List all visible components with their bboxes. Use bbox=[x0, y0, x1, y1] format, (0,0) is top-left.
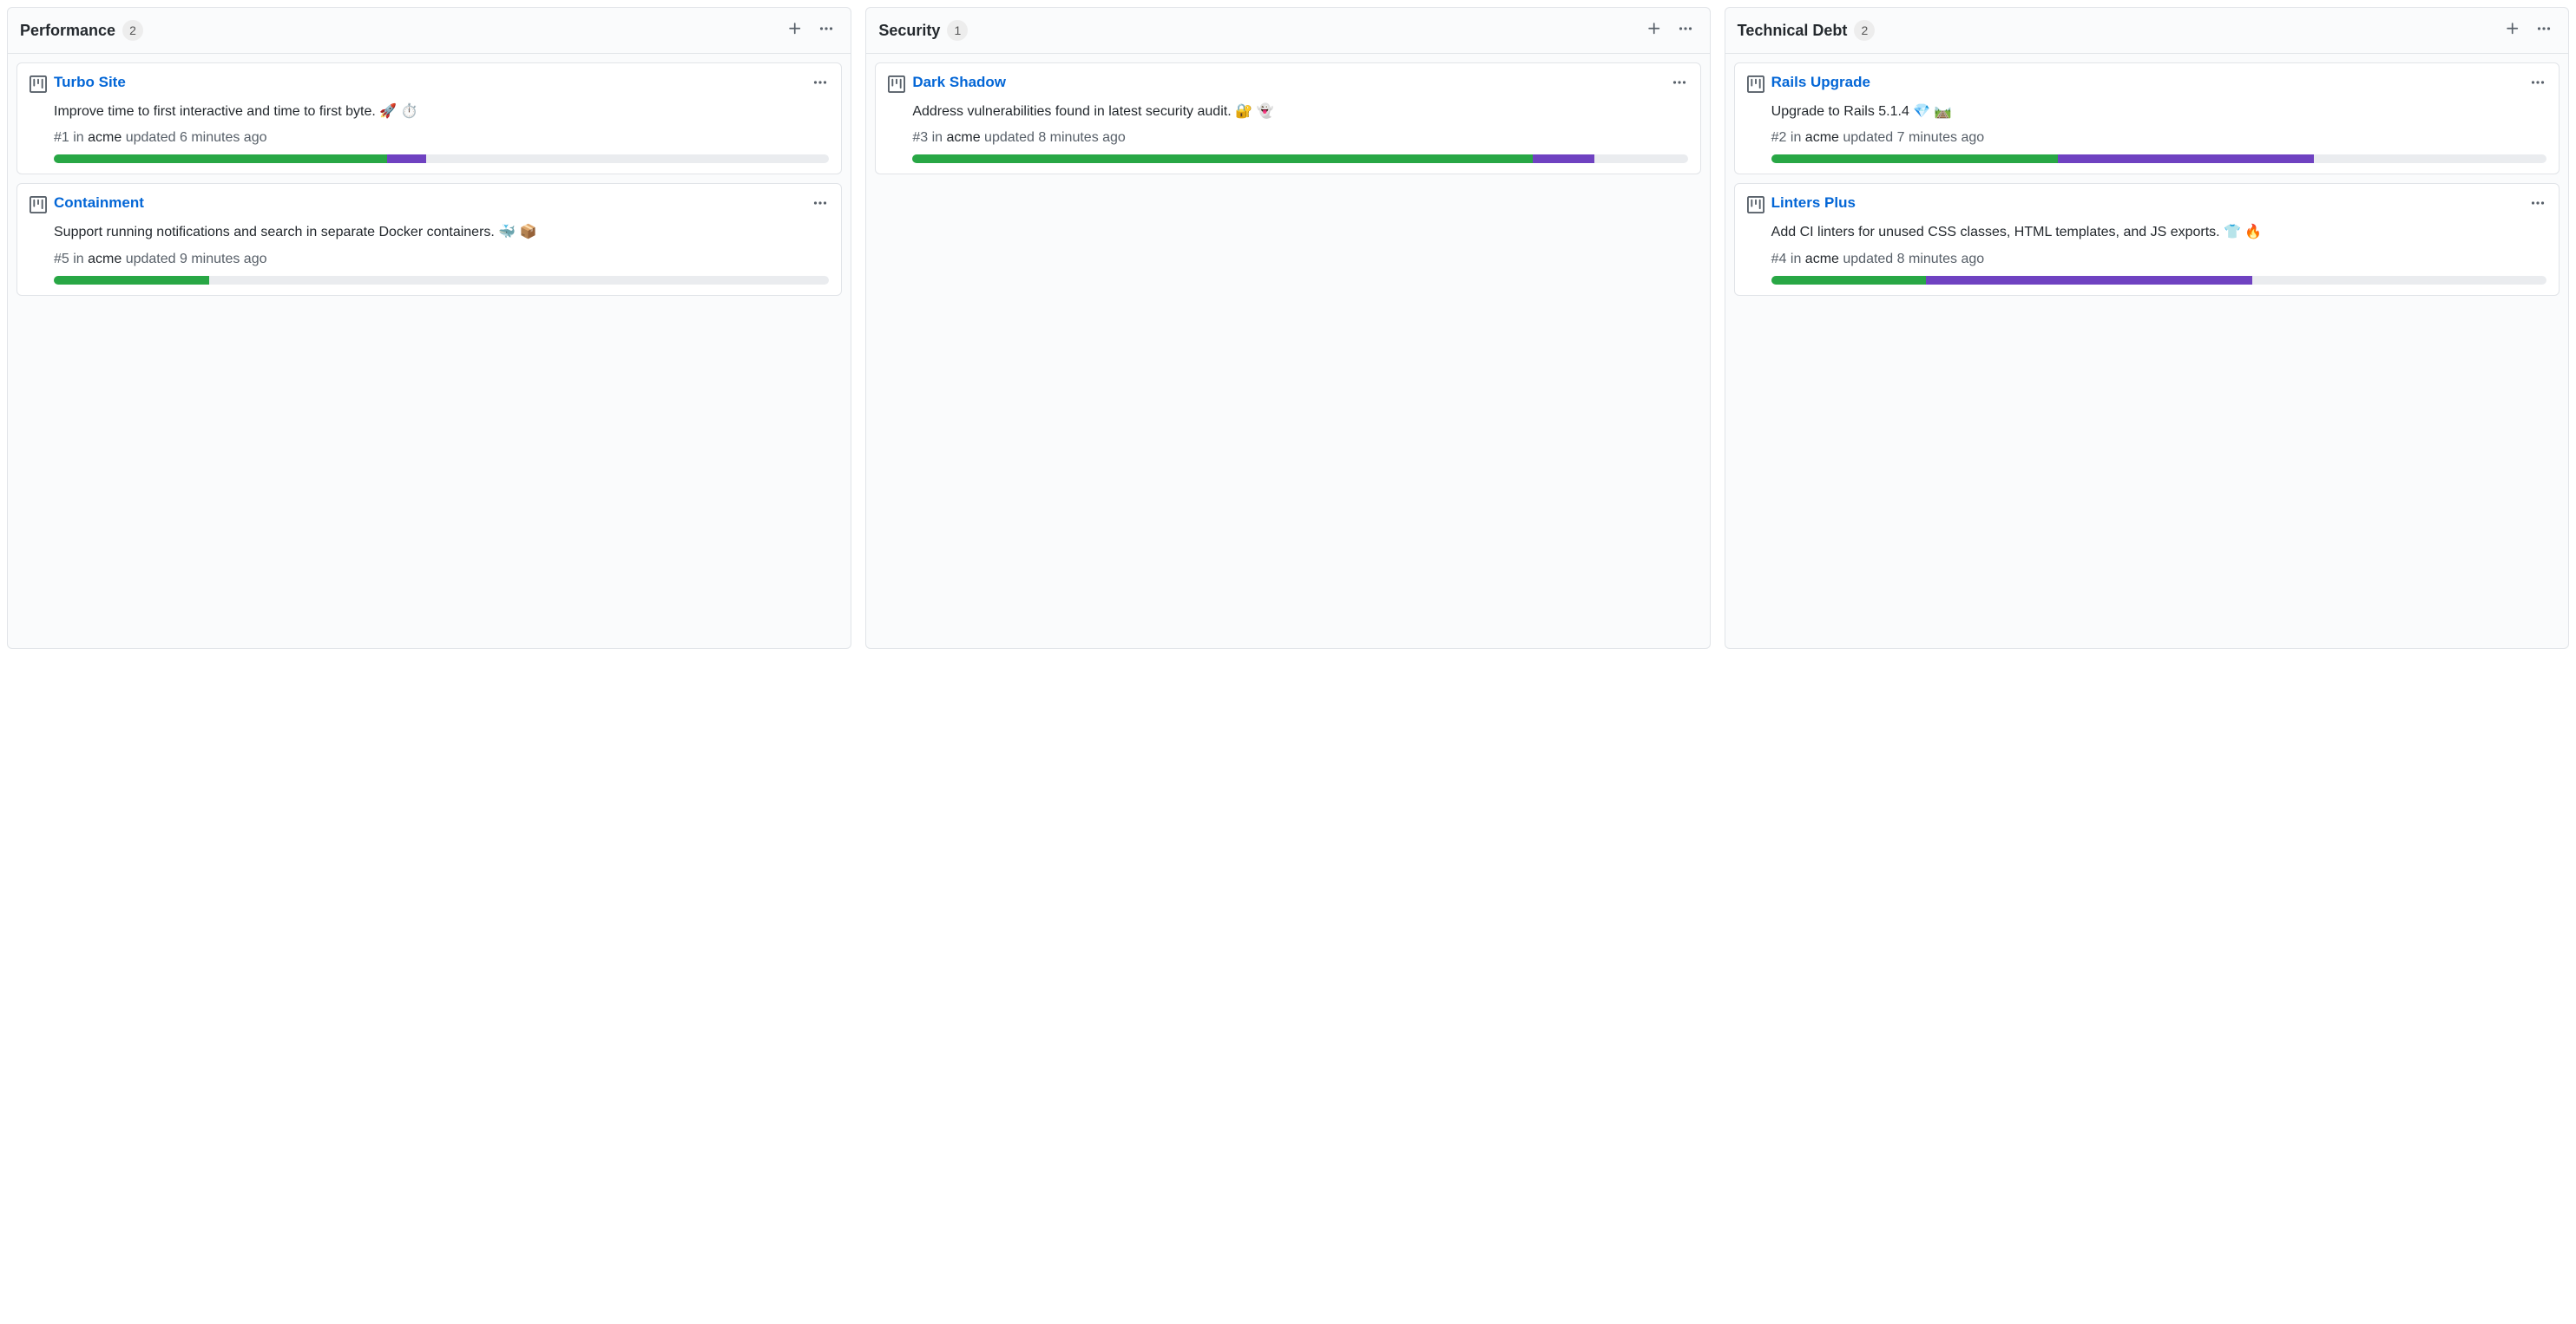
card-meta-org: acme bbox=[88, 252, 122, 266]
card-menu-button[interactable] bbox=[2526, 72, 2550, 96]
kebab-icon bbox=[2531, 196, 2545, 214]
project-icon bbox=[30, 75, 47, 97]
card-meta-prefix: #4 in bbox=[1771, 252, 1805, 266]
column-title: Security bbox=[878, 22, 940, 40]
card-description: Address vulnerabilities found in latest … bbox=[912, 102, 1687, 121]
progress-done bbox=[1771, 276, 1927, 285]
card-description: Improve time to first interactive and ti… bbox=[54, 102, 829, 121]
plus-icon bbox=[787, 21, 803, 41]
project-icon bbox=[1747, 75, 1764, 97]
card-meta: #4 in acme updated 8 minutes ago bbox=[1771, 252, 2546, 267]
card-meta-org: acme bbox=[1805, 130, 1839, 145]
project-icon bbox=[1747, 196, 1764, 218]
project-icon bbox=[888, 75, 905, 97]
column-menu-button[interactable] bbox=[814, 18, 838, 43]
column-body: Rails Upgrade Upgrade to Rails 5.1.4 💎 🛤️… bbox=[1725, 54, 2568, 305]
project-card[interactable]: Dark Shadow Address vulnerabilities found… bbox=[875, 62, 1700, 174]
progress-bar bbox=[54, 276, 829, 285]
column-menu-button[interactable] bbox=[2532, 18, 2556, 43]
progress-done bbox=[54, 276, 209, 285]
card-meta-suffix: updated 8 minutes ago bbox=[981, 130, 1126, 145]
kebab-icon bbox=[2531, 75, 2545, 94]
progress-in-progress bbox=[1926, 276, 2251, 285]
project-card[interactable]: Linters Plus Add CI linters for unused CS… bbox=[1734, 183, 2560, 295]
project-card[interactable]: Containment Support running notifications… bbox=[16, 183, 842, 295]
card-title-link[interactable]: Containment bbox=[54, 194, 144, 212]
card-menu-button[interactable] bbox=[2526, 193, 2550, 217]
card-meta-org: acme bbox=[946, 130, 980, 145]
card-description: Add CI linters for unused CSS classes, H… bbox=[1771, 223, 2546, 242]
card-title-link[interactable]: Linters Plus bbox=[1771, 194, 1856, 212]
card-title-link[interactable]: Dark Shadow bbox=[912, 74, 1006, 91]
card-meta-org: acme bbox=[88, 130, 122, 145]
project-icon bbox=[30, 196, 47, 218]
add-card-button[interactable] bbox=[1642, 18, 1666, 43]
card-description: Support running notifications and search… bbox=[54, 223, 829, 242]
plus-icon bbox=[2505, 21, 2520, 41]
column-title: Performance bbox=[20, 22, 115, 40]
column-header: Technical Debt 2 bbox=[1725, 8, 2568, 54]
progress-in-progress bbox=[1533, 154, 1594, 163]
card-menu-button[interactable] bbox=[1667, 72, 1692, 96]
progress-bar bbox=[1771, 154, 2546, 163]
card-meta-prefix: #3 in bbox=[912, 130, 946, 145]
card-meta-prefix: #5 in bbox=[54, 252, 88, 266]
card-title-link[interactable]: Rails Upgrade bbox=[1771, 74, 1870, 91]
card-meta-suffix: updated 7 minutes ago bbox=[1839, 130, 1984, 145]
card-meta-suffix: updated 8 minutes ago bbox=[1839, 252, 1984, 266]
progress-in-progress bbox=[387, 154, 426, 163]
column-menu-button[interactable] bbox=[1673, 18, 1698, 43]
card-meta: #2 in acme updated 7 minutes ago bbox=[1771, 130, 2546, 146]
project-card[interactable]: Turbo Site Improve time to first interact… bbox=[16, 62, 842, 174]
card-meta-prefix: #1 in bbox=[54, 130, 88, 145]
kebab-icon bbox=[813, 75, 827, 94]
kebab-icon bbox=[819, 22, 833, 40]
column-title: Technical Debt bbox=[1738, 22, 1848, 40]
progress-done bbox=[912, 154, 1533, 163]
kebab-icon bbox=[1672, 75, 1686, 94]
column-count-badge: 2 bbox=[1854, 20, 1875, 41]
card-meta: #1 in acme updated 6 minutes ago bbox=[54, 130, 829, 146]
card-meta-prefix: #2 in bbox=[1771, 130, 1805, 145]
card-meta-org: acme bbox=[1805, 252, 1839, 266]
progress-in-progress bbox=[2058, 154, 2314, 163]
progress-done bbox=[1771, 154, 2059, 163]
card-meta-suffix: updated 9 minutes ago bbox=[122, 252, 266, 266]
column-count-badge: 1 bbox=[947, 20, 968, 41]
column-header: Security 1 bbox=[866, 8, 1709, 54]
card-title-link[interactable]: Turbo Site bbox=[54, 74, 126, 91]
card-description: Upgrade to Rails 5.1.4 💎 🛤️ bbox=[1771, 102, 2546, 121]
kebab-icon bbox=[2537, 22, 2551, 40]
kebab-icon bbox=[813, 196, 827, 214]
column-technical-debt: Technical Debt 2 Rails Upgrade Upgrade to R… bbox=[1725, 7, 2569, 649]
column-body: Dark Shadow Address vulnerabilities found… bbox=[866, 54, 1709, 183]
card-menu-button[interactable] bbox=[808, 193, 832, 217]
column-performance: Performance 2 Turbo Site Improve time to fi… bbox=[7, 7, 851, 649]
kebab-icon bbox=[1679, 22, 1692, 40]
card-menu-button[interactable] bbox=[808, 72, 832, 96]
column-count-badge: 2 bbox=[122, 20, 143, 41]
card-meta: #3 in acme updated 8 minutes ago bbox=[912, 130, 1687, 146]
add-card-button[interactable] bbox=[2500, 18, 2525, 43]
card-meta: #5 in acme updated 9 minutes ago bbox=[54, 252, 829, 267]
progress-bar bbox=[54, 154, 829, 163]
column-body: Turbo Site Improve time to first interact… bbox=[8, 54, 851, 305]
project-card[interactable]: Rails Upgrade Upgrade to Rails 5.1.4 💎 🛤️… bbox=[1734, 62, 2560, 174]
column-header: Performance 2 bbox=[8, 8, 851, 54]
column-security: Security 1 Dark Shadow Address vulnerabilit… bbox=[865, 7, 1710, 649]
card-meta-suffix: updated 6 minutes ago bbox=[122, 130, 266, 145]
plus-icon bbox=[1646, 21, 1662, 41]
add-card-button[interactable] bbox=[783, 18, 807, 43]
progress-bar bbox=[1771, 276, 2546, 285]
progress-done bbox=[54, 154, 387, 163]
progress-bar bbox=[912, 154, 1687, 163]
